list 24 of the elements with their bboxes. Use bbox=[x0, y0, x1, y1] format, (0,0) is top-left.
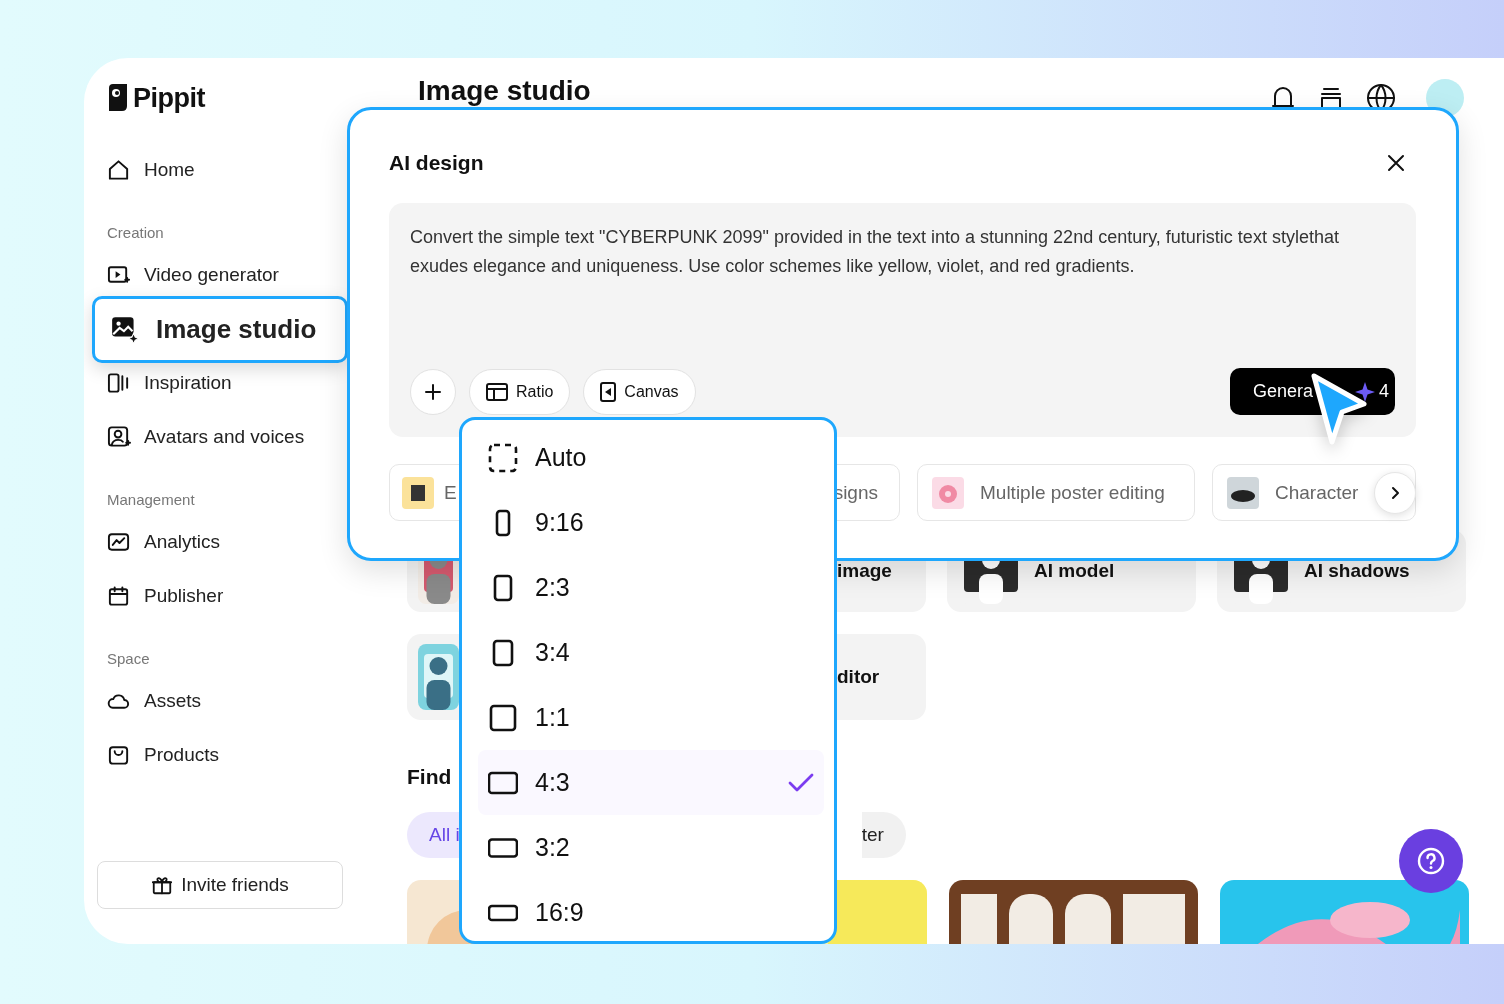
card-label: AI model bbox=[1034, 560, 1115, 582]
option-label: 9:16 bbox=[535, 508, 584, 537]
section-heading: Space bbox=[107, 649, 151, 669]
logo-text: Pippit bbox=[133, 82, 205, 114]
dialog-title: AI design bbox=[389, 151, 484, 175]
prompt-text: Convert the simple text "CYBERPUNK 2099" provided in the text into a stunning 22nd century, futuristic text stylethat exudes elegance and uniqueness. Use color schemes like yellow, violet, and red gradients. bbox=[410, 226, 1340, 278]
card-label: image bbox=[837, 560, 892, 582]
chip-label: E bbox=[444, 481, 457, 504]
card-label: ditor bbox=[837, 666, 880, 688]
credit-count: 4 bbox=[1379, 381, 1390, 402]
chip-label: Character bbox=[1275, 481, 1359, 504]
page-title: Image studio bbox=[418, 75, 591, 107]
option-label: 16:9 bbox=[535, 898, 584, 927]
option-label: 1:1 bbox=[535, 703, 570, 732]
section-heading: Creation bbox=[107, 223, 165, 243]
card-label: AI shadows bbox=[1304, 560, 1410, 582]
option-label: 4:3 bbox=[535, 768, 570, 797]
chip-label: Multiple poster editing bbox=[980, 481, 1165, 504]
section-title: Find bbox=[407, 764, 452, 790]
section-heading: Management bbox=[107, 490, 196, 510]
option-label: Auto bbox=[535, 443, 587, 472]
option-label: 3:4 bbox=[535, 638, 570, 667]
option-label: 2:3 bbox=[535, 573, 570, 602]
option-label: 3:2 bbox=[535, 833, 570, 862]
